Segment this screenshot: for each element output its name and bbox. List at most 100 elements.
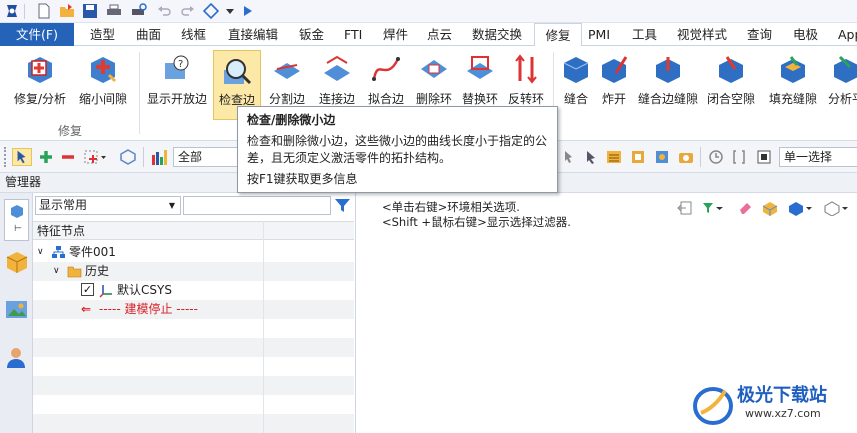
new-file-icon[interactable] bbox=[36, 3, 52, 19]
print-icon[interactable] bbox=[106, 3, 122, 19]
open-folder-icon[interactable] bbox=[59, 3, 75, 19]
watermark-text: 极光下载站 bbox=[737, 385, 827, 406]
display-filter-select[interactable]: 显示常用 ▼ bbox=[35, 196, 181, 215]
selection-mode-select[interactable]: 单一选择 bbox=[779, 147, 857, 167]
tab-tools[interactable]: 工具 bbox=[632, 23, 657, 46]
tree-empty-row bbox=[33, 395, 354, 414]
stitch-edge-gap-label: 缝合边缝隙 bbox=[637, 92, 698, 106]
tab-direct-edit[interactable]: 直接编辑 bbox=[228, 23, 278, 46]
part-name: 零件001 bbox=[69, 245, 116, 259]
view-icon[interactable] bbox=[654, 149, 670, 165]
tab-file[interactable]: 文件(F) bbox=[0, 23, 74, 46]
add-icon[interactable] bbox=[38, 149, 54, 165]
tab-modeling[interactable]: 造型 bbox=[90, 23, 115, 46]
stitch-edge-gap-button[interactable]: 缝合边缝隙 bbox=[634, 48, 702, 120]
undo-icon[interactable] bbox=[156, 3, 172, 19]
camera-icon[interactable] bbox=[678, 149, 694, 165]
split-edge-label: 分割边 bbox=[268, 92, 305, 106]
layer-icon[interactable] bbox=[630, 149, 646, 165]
user-icon[interactable] bbox=[4, 345, 29, 370]
fill-gap-button[interactable]: 填充缝隙 bbox=[764, 48, 822, 120]
tab-fti[interactable]: FTI bbox=[344, 23, 362, 46]
folder-icon bbox=[67, 266, 82, 278]
tab-data-exchange[interactable]: 数据交换 bbox=[472, 23, 522, 46]
tab-repair[interactable]: 修复 bbox=[534, 23, 582, 47]
chevron-down-icon: ▼ bbox=[168, 201, 175, 210]
join-edge-icon bbox=[324, 55, 350, 81]
exit-icon[interactable] bbox=[677, 200, 693, 216]
run-icon[interactable] bbox=[242, 3, 254, 19]
arrow-left-icon: ⇐ bbox=[81, 302, 92, 316]
close-void-button[interactable]: 闭合空隙 bbox=[703, 48, 759, 120]
solid-box-icon[interactable] bbox=[787, 200, 813, 216]
show-open-edges-icon: ? bbox=[165, 55, 189, 79]
tree-node-csys[interactable]: ✓ 默认CSYS bbox=[33, 281, 354, 300]
regen-icon[interactable] bbox=[203, 3, 219, 19]
wire-box-icon[interactable] bbox=[823, 200, 849, 216]
selection-filter-select[interactable]: 全部 bbox=[173, 147, 239, 167]
list-icon[interactable] bbox=[606, 149, 622, 165]
print-preview-icon[interactable] bbox=[131, 3, 147, 19]
cursor-icon[interactable] bbox=[584, 149, 598, 165]
tab-query[interactable]: 查询 bbox=[747, 23, 772, 46]
analyze-flat-button[interactable]: 分析平 bbox=[826, 48, 857, 120]
check-edge-tooltip: 检查/删除微小边 检查和删除微小边，这些微小边的曲线长度小于指定的公差，且无须定… bbox=[237, 106, 558, 193]
eraser-icon[interactable] bbox=[737, 200, 753, 216]
bracket-icon[interactable] bbox=[732, 149, 746, 165]
hint-line-1: <单击右键>环境相关选项. bbox=[382, 200, 520, 214]
tab-surface[interactable]: 曲面 bbox=[136, 23, 161, 46]
remove-icon[interactable] bbox=[60, 149, 76, 165]
explode-button[interactable]: 炸开 bbox=[595, 48, 633, 120]
filter-bars-icon[interactable] bbox=[151, 149, 169, 165]
shrink-gap-icon bbox=[91, 57, 117, 83]
select-cursor-icon[interactable] bbox=[12, 148, 32, 166]
app-logo-icon[interactable] bbox=[4, 3, 20, 19]
stitch-label: 缝合 bbox=[563, 92, 588, 106]
assembly-box-icon[interactable] bbox=[4, 249, 29, 274]
box-select-icon[interactable] bbox=[83, 149, 107, 165]
fill-gap-icon bbox=[781, 56, 805, 83]
tree-column-header: 特征节点 bbox=[33, 221, 354, 241]
stop-icon[interactable] bbox=[756, 149, 772, 165]
shaded-box-icon[interactable] bbox=[761, 200, 779, 216]
tree-empty-row bbox=[33, 376, 354, 395]
clock-icon[interactable] bbox=[708, 149, 724, 165]
tab-visual-style[interactable]: 视觉样式 bbox=[677, 23, 727, 46]
show-open-edges-button[interactable]: ? 显示开放边 bbox=[143, 48, 211, 120]
tab-weldment[interactable]: 焊件 bbox=[383, 23, 408, 46]
tree-empty-row bbox=[33, 338, 354, 357]
filter-view-icon[interactable] bbox=[701, 200, 725, 216]
tab-wireframe[interactable]: 线框 bbox=[181, 23, 206, 46]
shrink-gap-button[interactable]: 缩小间隙 bbox=[74, 48, 132, 120]
fill-gap-label: 填充缝隙 bbox=[768, 92, 817, 106]
pick-icon[interactable] bbox=[562, 149, 574, 165]
repair-analysis-button[interactable]: 修复/分析 bbox=[8, 48, 72, 120]
redo-icon[interactable] bbox=[180, 3, 196, 19]
stitch-button[interactable]: 缝合 bbox=[557, 48, 595, 120]
tab-point-cloud[interactable]: 点云 bbox=[427, 23, 452, 46]
tab-pmi[interactable]: PMI bbox=[588, 23, 610, 46]
save-icon[interactable] bbox=[82, 3, 98, 19]
hint-text: <单击右键>环境相关选项. <Shift +鼠标右键>显示选择过滤器. bbox=[382, 200, 571, 230]
svg-text:?: ? bbox=[178, 59, 183, 70]
expand-chevron-icon[interactable]: ∨ bbox=[53, 262, 60, 281]
tree-node-stop[interactable]: ⇐ ----- 建模停止 ----- bbox=[33, 300, 354, 319]
visibility-checkbox[interactable]: ✓ bbox=[81, 283, 94, 296]
tab-history-manager[interactable]: ⊢ bbox=[4, 199, 29, 241]
tooltip-body: 检查和删除微小边，这些微小边的曲线长度小于指定的公差，且无须定义激活零件的拓扑结… bbox=[247, 134, 548, 165]
tree-node-part[interactable]: ∨ 零件001 bbox=[33, 243, 354, 262]
funnel-filter-icon[interactable] bbox=[334, 197, 351, 214]
tab-apps[interactable]: App bbox=[838, 23, 857, 46]
graphics-area[interactable]: <单击右键>环境相关选项. <Shift +鼠标右键>显示选择过滤器. 极光下载… bbox=[357, 193, 857, 433]
reverse-loop-icon bbox=[515, 54, 537, 84]
tree-branch-glyph: ⊢ bbox=[14, 224, 22, 234]
split-edge-icon bbox=[274, 63, 300, 79]
expand-chevron-icon[interactable]: ∨ bbox=[37, 243, 44, 262]
polygon-select-icon[interactable] bbox=[119, 149, 137, 165]
image-browser-icon[interactable] bbox=[4, 297, 29, 322]
tab-sheet-metal[interactable]: 钣金 bbox=[299, 23, 324, 46]
tree-node-history[interactable]: ∨ 历史 bbox=[33, 262, 354, 281]
tree-search-input[interactable] bbox=[183, 196, 331, 215]
tab-electrode[interactable]: 电极 bbox=[793, 23, 818, 46]
dropdown-icon[interactable] bbox=[225, 3, 235, 19]
